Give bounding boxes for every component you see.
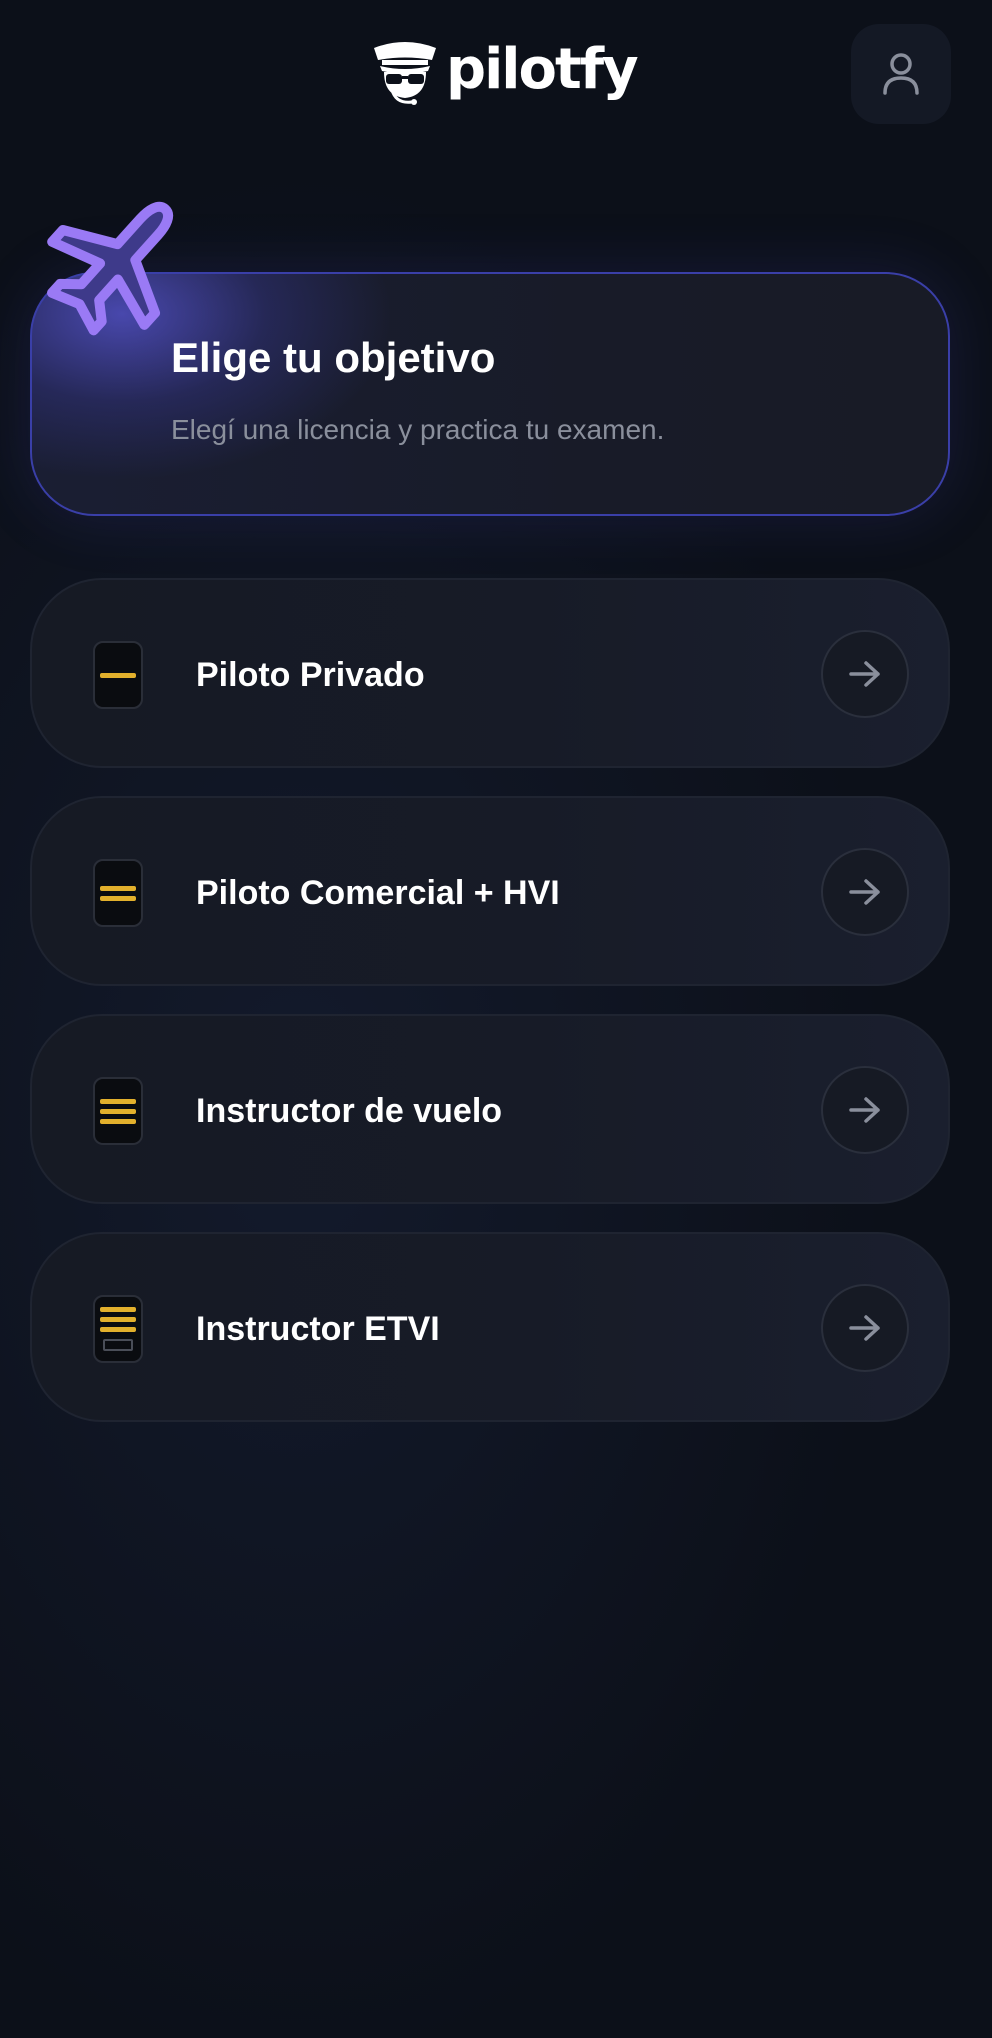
license-selection-screen: pilotfy Elige tu objetivo Elegí una lice…	[0, 0, 992, 2038]
app-header: pilotfy	[0, 0, 992, 140]
license-card-piloto-privado[interactable]: Piloto Privado	[30, 578, 950, 768]
arrow-right-button[interactable]	[821, 630, 909, 718]
arrow-right-icon	[849, 1315, 880, 1341]
arrow-right-button[interactable]	[821, 1066, 909, 1154]
arrow-right-button[interactable]	[821, 1284, 909, 1372]
rank-insignia-icon	[93, 641, 143, 709]
license-label: Instructor ETVI	[196, 1309, 440, 1348]
rank-insignia-icon	[93, 1077, 143, 1145]
profile-button[interactable]	[851, 24, 951, 124]
airplane-icon	[47, 201, 174, 336]
arrow-right-button[interactable]	[821, 848, 909, 936]
hero-subtitle: Elegí una licencia y practica tu examen.	[171, 414, 665, 445]
license-label: Instructor de vuelo	[196, 1091, 503, 1130]
brand-logo: pilotfy	[372, 37, 639, 108]
hero-title: Elige tu objetivo	[171, 334, 496, 381]
user-icon	[883, 53, 919, 95]
arrow-right-icon	[849, 879, 880, 905]
license-label: Piloto Comercial + HVI	[196, 873, 560, 912]
license-label: Piloto Privado	[196, 655, 425, 694]
arrow-right-icon	[849, 1097, 880, 1123]
license-card-instructor-etvi[interactable]: Instructor ETVI	[30, 1232, 950, 1422]
rank-insignia-icon	[93, 859, 143, 927]
pilot-face-icon	[374, 42, 436, 105]
license-card-instructor-de-vuelo[interactable]: Instructor de vuelo	[30, 1014, 950, 1204]
license-card-piloto-comercial-hvi[interactable]: Piloto Comercial + HVI	[30, 796, 950, 986]
brand-name: pilotfy	[446, 37, 639, 102]
arrow-right-icon	[849, 661, 880, 687]
rank-insignia-icon	[93, 1295, 143, 1363]
